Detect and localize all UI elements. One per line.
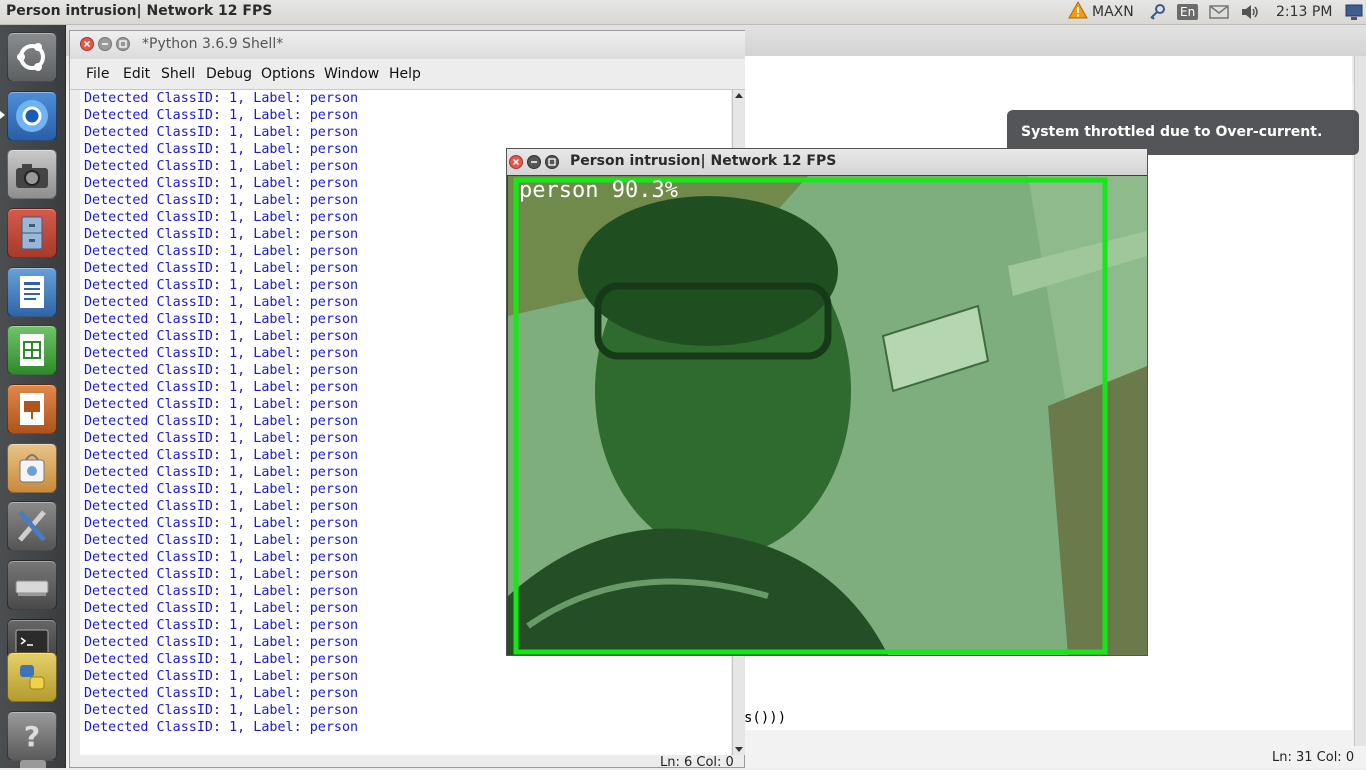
- shell-output-line: Detected ClassID: 1, Label: person: [84, 108, 359, 123]
- maximize-icon[interactable]: [545, 155, 559, 169]
- shell-menubar: File Edit Shell Debug Options Window Hel…: [70, 59, 745, 90]
- shell-output-line: Detected ClassID: 1, Label: person: [84, 414, 359, 429]
- shell-output-line: Detected ClassID: 1, Label: person: [84, 210, 359, 225]
- close-icon[interactable]: [80, 37, 94, 51]
- shell-output-line: Detected ClassID: 1, Label: person: [84, 125, 359, 140]
- shell-output-line: Detected ClassID: 1, Label: person: [84, 142, 359, 157]
- shell-output-line: Detected ClassID: 1, Label: person: [84, 652, 359, 667]
- python-icon[interactable]: [7, 652, 57, 702]
- active-window-title: Person intrusion| Network 12 FPS: [6, 3, 273, 19]
- menu-window[interactable]: Window: [324, 66, 379, 82]
- shell-titlebar: *Python 3.6.9 Shell*: [70, 31, 745, 60]
- shell-output-line: Detected ClassID: 1, Label: person: [84, 465, 359, 480]
- power-mode-label: MAXN: [1092, 4, 1134, 20]
- svg-text:?: ?: [24, 720, 40, 753]
- minimize-icon[interactable]: [98, 37, 112, 51]
- volume-icon[interactable]: [1240, 2, 1260, 22]
- top-panel: Person intrusion| Network 12 FPS MAXN En…: [0, 0, 1366, 25]
- drive-icon[interactable]: [7, 560, 57, 610]
- shell-output-line: Detected ClassID: 1, Label: person: [84, 397, 359, 412]
- shell-output-line: Detected ClassID: 1, Label: person: [84, 686, 359, 701]
- shell-output-line: Detected ClassID: 1, Label: person: [84, 720, 359, 735]
- menu-edit[interactable]: Edit: [123, 66, 150, 82]
- shell-output-line: Detected ClassID: 1, Label: person: [84, 91, 359, 106]
- help-icon[interactable]: ?: [7, 711, 57, 761]
- file-manager-icon[interactable]: [7, 208, 57, 258]
- video-title: Person intrusion| Network 12 FPS: [570, 153, 837, 169]
- shell-output-line: Detected ClassID: 1, Label: person: [84, 618, 359, 633]
- video-window: Person intrusion| Network 12 FPS person …: [506, 148, 1148, 656]
- network-key-icon[interactable]: [1148, 2, 1166, 22]
- camera-image: [508, 176, 1147, 655]
- menu-options[interactable]: Options: [261, 66, 315, 82]
- shell-output-line: Detected ClassID: 1, Label: person: [84, 380, 359, 395]
- shell-output-line: Detected ClassID: 1, Label: person: [84, 227, 359, 242]
- scroll-up-icon[interactable]: [733, 90, 745, 102]
- system-settings-icon[interactable]: [7, 501, 57, 551]
- shell-output-line: Detected ClassID: 1, Label: person: [84, 601, 359, 616]
- shell-output-line: Detected ClassID: 1, Label: person: [84, 482, 359, 497]
- shell-output-line: Detected ClassID: 1, Label: person: [84, 346, 359, 361]
- shell-title: *Python 3.6.9 Shell*: [142, 36, 284, 52]
- camera-frame: person 90.3%: [508, 176, 1147, 655]
- detection-label: person 90.3%: [519, 178, 678, 203]
- notification-text: System throttled due to Over-current.: [1021, 124, 1323, 140]
- shell-output-line: Detected ClassID: 1, Label: person: [84, 278, 359, 293]
- shell-output-line: Detected ClassID: 1, Label: person: [84, 295, 359, 310]
- shell-output-line: Detected ClassID: 1, Label: person: [84, 176, 359, 191]
- screenshot-icon[interactable]: [7, 149, 57, 199]
- display-icon[interactable]: [1345, 2, 1363, 22]
- shell-output-line: Detected ClassID: 1, Label: person: [84, 193, 359, 208]
- launcher-active-indicator: [0, 111, 5, 119]
- menu-file[interactable]: File: [86, 66, 109, 82]
- software-center-icon[interactable]: [7, 443, 57, 493]
- shell-output-line: Detected ClassID: 1, Label: person: [84, 533, 359, 548]
- shell-output-line: Detected ClassID: 1, Label: person: [84, 669, 359, 684]
- shell-output-line: Detected ClassID: 1, Label: person: [84, 584, 359, 599]
- shell-output-line: Detected ClassID: 1, Label: person: [84, 261, 359, 276]
- shell-output-lines: Detected ClassID: 1, Label: person Detect…: [84, 90, 358, 736]
- editor-status: Ln: 31 Col: 0: [1272, 750, 1355, 765]
- power-mode-indicator[interactable]: MAXN: [1068, 0, 1134, 23]
- shell-output-line: Detected ClassID: 1, Label: person: [84, 550, 359, 565]
- shell-output-line: Detected ClassID: 1, Label: person: [84, 312, 359, 327]
- calc-icon[interactable]: [7, 325, 57, 375]
- shell-output-line: Detected ClassID: 1, Label: person: [84, 635, 359, 650]
- close-icon[interactable]: [509, 155, 523, 169]
- shell-output-line: Detected ClassID: 1, Label: person: [84, 244, 359, 259]
- menu-help[interactable]: Help: [389, 66, 421, 82]
- keyboard-icon[interactable]: En: [1177, 2, 1199, 22]
- chromium-icon[interactable]: [7, 91, 57, 141]
- shell-output-line: Detected ClassID: 1, Label: person: [84, 363, 359, 378]
- menu-debug[interactable]: Debug: [206, 66, 252, 82]
- shell-output-line: Detected ClassID: 1, Label: person: [84, 516, 359, 531]
- clock[interactable]: 2:13 PM: [1276, 2, 1332, 22]
- shell-output-line: Detected ClassID: 1, Label: person: [84, 567, 359, 582]
- menu-shell[interactable]: Shell: [161, 66, 195, 82]
- shell-output-line: Detected ClassID: 1, Label: person: [84, 499, 359, 514]
- warning-icon: [1068, 0, 1088, 23]
- maximize-icon[interactable]: [116, 37, 130, 51]
- launcher: ?: [0, 25, 66, 768]
- editor-scrollbar[interactable]: [1354, 56, 1366, 746]
- ubuntu-dash-icon[interactable]: [7, 32, 57, 82]
- shell-output-line: Detected ClassID: 1, Label: person: [84, 431, 359, 446]
- trash-icon[interactable]: [20, 760, 46, 768]
- scroll-down-icon[interactable]: [733, 743, 745, 755]
- shell-output-line: Detected ClassID: 1, Label: person: [84, 159, 359, 174]
- editor-code-fragment: s())): [744, 710, 787, 726]
- shell-output-line: Detected ClassID: 1, Label: person: [84, 329, 359, 344]
- writer-icon[interactable]: [7, 267, 57, 317]
- shell-output-line: Detected ClassID: 1, Label: person: [84, 448, 359, 463]
- impress-icon[interactable]: [7, 384, 57, 434]
- video-titlebar: Person intrusion| Network 12 FPS: [507, 149, 1147, 175]
- keyboard-layout: En: [1177, 4, 1199, 20]
- mail-icon[interactable]: [1209, 2, 1229, 22]
- shell-output-line: Detected ClassID: 1, Label: person: [84, 703, 359, 718]
- minimize-icon[interactable]: [527, 155, 541, 169]
